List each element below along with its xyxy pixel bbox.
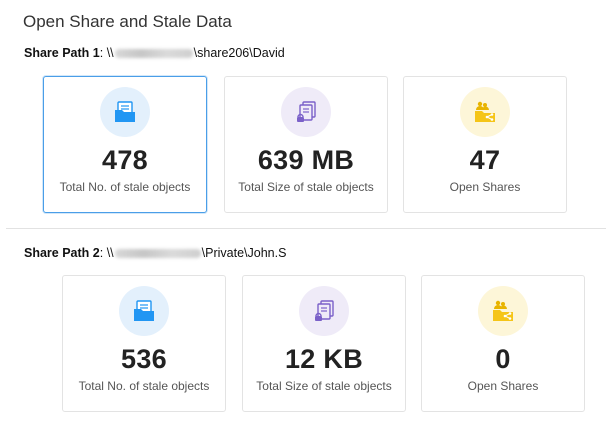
stale-objects-size-card[interactable]: 639 MB Total Size of stale objects <box>224 76 388 213</box>
stat-caption: Total Size of stale objects <box>238 180 374 194</box>
stat-caption: Total No. of stale objects <box>59 180 191 194</box>
share-path-separator: : <box>99 246 104 260</box>
stat-caption: Open Shares <box>449 180 521 194</box>
stat-caption: Open Shares <box>467 379 539 393</box>
share-path-2: Share Path 2: \\ \Private\John.S <box>24 246 286 260</box>
share-path-label: Share Path 1 <box>24 46 100 60</box>
stat-value: 0 <box>495 344 511 374</box>
stat-caption: Total No. of stale objects <box>78 379 210 393</box>
shared-folder-icon <box>478 286 528 336</box>
stat-value: 536 <box>121 344 167 374</box>
share-path-suffix: \share206\David <box>193 46 285 60</box>
share-path-prefix: \\ <box>106 46 114 60</box>
open-shares-card[interactable]: 47 Open Shares <box>403 76 567 213</box>
redacted-ip <box>114 249 201 259</box>
stat-caption: Total Size of stale objects <box>256 379 392 393</box>
folder-document-icon <box>119 286 169 336</box>
stale-objects-count-card[interactable]: 536 Total No. of stale objects <box>62 275 226 412</box>
share-path-label: Share Path 2 <box>24 246 100 260</box>
stat-value: 478 <box>102 145 148 175</box>
locked-documents-icon <box>281 87 331 137</box>
stale-objects-count-card[interactable]: 478 Total No. of stale objects <box>43 76 207 213</box>
shared-folder-icon <box>460 87 510 137</box>
page-title: Open Share and Stale Data <box>23 12 232 31</box>
share-path-1: Share Path 1: \\ \share206\David <box>24 46 285 60</box>
redacted-ip <box>114 49 193 59</box>
share-path-separator: : <box>99 46 104 60</box>
folder-document-icon <box>100 87 150 137</box>
open-shares-card[interactable]: 0 Open Shares <box>421 275 585 412</box>
share-path-suffix: \Private\John.S <box>201 246 287 260</box>
stale-objects-size-card[interactable]: 12 KB Total Size of stale objects <box>242 275 406 412</box>
stat-value: 639 MB <box>257 145 355 175</box>
section-divider <box>6 228 606 229</box>
share-path-prefix: \\ <box>106 246 114 260</box>
stat-value: 12 KB <box>284 344 364 374</box>
locked-documents-icon <box>299 286 349 336</box>
stat-value: 47 <box>469 145 501 175</box>
